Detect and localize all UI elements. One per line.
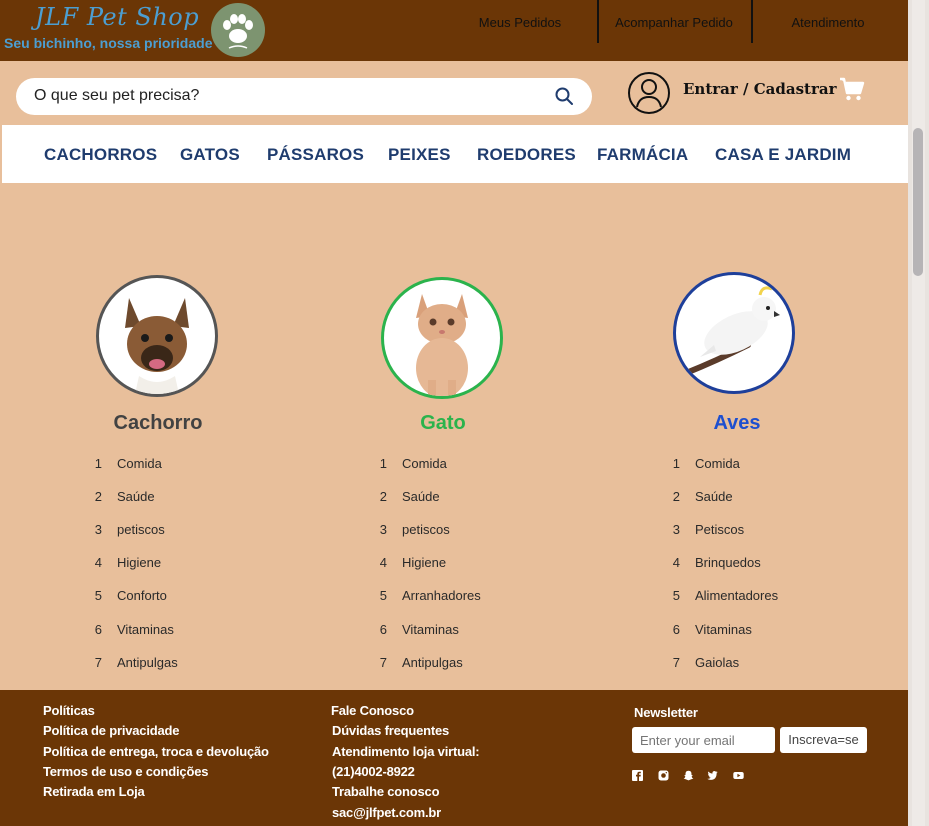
brand-name[interactable]: JLF Pet Shop bbox=[35, 3, 199, 31]
user-icon[interactable] bbox=[627, 71, 671, 115]
search-placeholder: O que seu pet precisa? bbox=[34, 87, 200, 104]
footer-privacidade[interactable]: Política de privacidade bbox=[43, 723, 179, 738]
login-link[interactable]: Entrar / Cadastrar bbox=[683, 80, 836, 98]
twitter-icon[interactable] bbox=[707, 770, 718, 781]
facebook-icon[interactable] bbox=[632, 770, 643, 781]
newsletter-email-field[interactable] bbox=[632, 727, 775, 753]
dog-title[interactable]: Cachorro bbox=[58, 412, 258, 435]
footer-duvidas[interactable]: Dúvidas frequentes bbox=[332, 723, 449, 738]
footer-termos[interactable]: Termos de uso e condições bbox=[43, 764, 208, 779]
category-passaros[interactable]: PÁSSAROS bbox=[267, 145, 364, 165]
footer-politicas[interactable]: Políticas bbox=[43, 703, 95, 718]
page-scrollbar[interactable] bbox=[908, 0, 929, 826]
nav-atendimento[interactable]: Atendimento bbox=[780, 0, 876, 43]
top-header: JLF Pet Shop Seu bichinho, nossa priorid… bbox=[0, 0, 908, 61]
footer-fale-conosco[interactable]: Fale Conosco bbox=[331, 703, 414, 718]
nav-divider bbox=[597, 0, 599, 43]
category-farmacia[interactable]: FARMÁCIA bbox=[597, 145, 688, 165]
nav-meus-pedidos[interactable]: Meus Pedidos bbox=[470, 0, 570, 43]
category-peixes[interactable]: PEIXES bbox=[388, 145, 451, 165]
nav-divider bbox=[751, 0, 753, 43]
search-icon[interactable] bbox=[554, 86, 574, 106]
scrollbar-track[interactable] bbox=[912, 0, 925, 826]
footer-phone[interactable]: (21)4002-8922 bbox=[332, 764, 415, 779]
category-casa-e-jardim[interactable]: CASA E JARDIM bbox=[715, 145, 851, 165]
footer-trabalhe[interactable]: Trabalhe conosco bbox=[332, 784, 440, 799]
newsletter-subscribe-button[interactable]: Inscreva=se bbox=[780, 727, 867, 753]
bird-title[interactable]: Aves bbox=[637, 412, 837, 435]
category-gatos[interactable]: GATOS bbox=[180, 145, 240, 165]
footer-retirada[interactable]: Retirada em Loja bbox=[43, 784, 145, 799]
footer: Políticas Política de privacidade Políti… bbox=[0, 690, 908, 826]
cat-title[interactable]: Gato bbox=[343, 412, 543, 435]
footer-atendimento-label: Atendimento loja virtual: bbox=[332, 744, 480, 759]
page: JLF Pet Shop Seu bichinho, nossa priorid… bbox=[0, 0, 908, 826]
cat-image[interactable] bbox=[381, 277, 503, 399]
search-row: O que seu pet precisa? Entrar / Cadastra… bbox=[0, 61, 908, 125]
nav-acompanhar-pedido[interactable]: Acompanhar Pedido bbox=[605, 0, 743, 43]
category-cachorros[interactable]: CACHORROS bbox=[44, 145, 157, 165]
scrollbar-thumb[interactable] bbox=[913, 128, 923, 276]
youtube-icon[interactable] bbox=[733, 770, 744, 781]
cart-icon[interactable] bbox=[838, 75, 866, 103]
dog-image[interactable] bbox=[96, 275, 218, 397]
paw-logo-icon[interactable] bbox=[211, 3, 265, 57]
category-roedores[interactable]: ROEDORES bbox=[477, 145, 576, 165]
brand-tagline: Seu bichinho, nossa prioridade bbox=[4, 35, 213, 51]
bird-image[interactable] bbox=[673, 272, 795, 394]
instagram-icon[interactable] bbox=[658, 770, 669, 781]
newsletter-title: Newsletter bbox=[634, 705, 698, 720]
snapchat-icon[interactable] bbox=[683, 770, 694, 781]
footer-email[interactable]: sac@jlfpet.com.br bbox=[332, 805, 441, 820]
footer-entrega-troca[interactable]: Política de entrega, troca e devolução bbox=[43, 744, 269, 759]
search-input[interactable]: O que seu pet precisa? bbox=[16, 78, 592, 115]
category-nav: CACHORROS GATOS PÁSSAROS PEIXES ROEDORES… bbox=[2, 125, 908, 183]
